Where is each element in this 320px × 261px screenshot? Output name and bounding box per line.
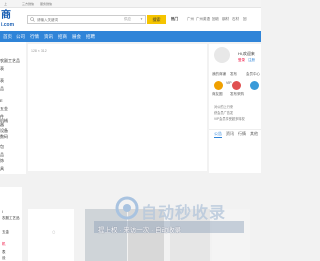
- bottom-category-item[interactable]: 设: [2, 256, 6, 261]
- watermark-logo-icon: [115, 196, 139, 220]
- category-item[interactable]: 数码: [0, 134, 8, 140]
- search-type-select[interactable]: 供应: [124, 17, 131, 22]
- category-item[interactable]: 表: [0, 78, 4, 84]
- bottom-category-item[interactable]: 表: [2, 250, 6, 255]
- active-tab-indicator: [214, 137, 222, 138]
- hot-link[interactable]: 石材: [232, 17, 239, 22]
- banner-size-label: 128 × 312: [31, 49, 47, 53]
- nav-item-news[interactable]: 资讯: [44, 34, 53, 40]
- hot-link[interactable]: 回: [243, 17, 247, 22]
- page: 上 三方微信 服务微信 商 i.com 供应 ▼ 搜索 热门 广州 广州英语 回…: [0, 0, 261, 261]
- nav-item-investment[interactable]: 招商: [58, 34, 67, 40]
- nav-item-company[interactable]: 公司: [16, 34, 25, 40]
- fn-vip[interactable]: VIP: [226, 81, 232, 85]
- vip-icon[interactable]: [214, 81, 223, 90]
- info-line: 对公的上行来: [214, 105, 234, 109]
- nav-item-jobs[interactable]: 招聘: [86, 34, 95, 40]
- hot-label: 热门: [171, 17, 178, 21]
- topbar-link[interactable]: 服务微信: [40, 2, 52, 6]
- hot-link[interactable]: 钢材: [222, 17, 229, 22]
- bottom-category-item[interactable]: 五金: [2, 230, 9, 235]
- search-button[interactable]: 搜索: [147, 15, 166, 24]
- register-link[interactable]: 注册: [248, 58, 255, 63]
- welcome-text: Hi,欢迎来: [238, 51, 255, 56]
- fn-friends[interactable]: 商友圈: [212, 92, 223, 97]
- fn-post-purchase[interactable]: 发布采购: [230, 92, 244, 97]
- watermark-title: 自动秒收录: [141, 205, 227, 222]
- category-item[interactable]: 表: [0, 66, 4, 72]
- category-item[interactable]: 农副工艺品: [0, 58, 20, 64]
- category-item[interactable]: 品: [0, 86, 4, 92]
- search-input[interactable]: [37, 16, 117, 23]
- watermark-slogan: 提上权 · 来访一次 · 自动收录: [98, 227, 182, 234]
- product-card[interactable]: [28, 209, 74, 261]
- hot-link[interactable]: 广州英语: [196, 17, 210, 22]
- search-icon: [30, 17, 35, 22]
- info-line: 获会员广告发: [214, 111, 234, 115]
- header: 商 i.com 供应 ▼ 搜索 热门 广州 广州英语 回收 钢材 石材 回: [0, 8, 261, 31]
- category-sidebar: 农副工艺品 表 表 品 E 五金 件 机械 器 设备 数码 包 品 饰 具: [0, 42, 26, 174]
- topbar-link[interactable]: 上: [4, 2, 7, 6]
- bottom-category-list: I 农副工艺品 五金 机 表 设: [0, 187, 22, 261]
- tab-news[interactable]: 资讯: [226, 131, 234, 137]
- friends-icon[interactable]: [232, 81, 241, 90]
- purchase-icon[interactable]: [250, 81, 259, 90]
- banner-slot[interactable]: 128 × 312: [28, 44, 207, 171]
- category-item[interactable]: 包: [0, 144, 4, 150]
- login-link[interactable]: 登录: [238, 58, 245, 63]
- fn-my-shop[interactable]: 我的商铺: [212, 72, 226, 77]
- nav-item-exhibition[interactable]: 展会: [72, 34, 81, 40]
- bottom-category-item[interactable]: 农副工艺品: [2, 216, 20, 221]
- tab-market[interactable]: 行情: [238, 131, 246, 137]
- top-bar: 上 三方微信 服务微信: [0, 0, 261, 8]
- category-item[interactable]: 具: [0, 166, 4, 172]
- site-logo[interactable]: 商: [1, 11, 11, 21]
- loading-spinner-icon: ◌: [52, 230, 56, 236]
- divider: [209, 129, 261, 130]
- user-panel: Hi,欢迎来 登录 注册 我的商铺 发布 会员中心 VIP 商友圈 发布采购 对…: [209, 44, 261, 173]
- fn-publish[interactable]: 发布: [230, 72, 237, 77]
- avatar: [214, 47, 230, 63]
- site-logo-url: i.com: [1, 22, 15, 28]
- nav-item-home[interactable]: 首页: [3, 34, 12, 40]
- bottom-category-item[interactable]: I: [2, 210, 3, 214]
- main-nav: 首页 公司 行情 资讯 招商 展会 招聘: [0, 31, 261, 42]
- hot-link[interactable]: 回收: [212, 17, 219, 22]
- info-line: VIP会员享受超多特权: [214, 117, 245, 121]
- category-item[interactable]: 五金: [0, 106, 8, 112]
- topbar-link[interactable]: 三方微信: [22, 2, 34, 6]
- category-item[interactable]: 饰: [0, 158, 4, 164]
- tab-other[interactable]: 其他: [250, 131, 258, 137]
- fn-member-center[interactable]: 会员中心: [246, 72, 260, 77]
- bottom-category-item[interactable]: 机: [2, 242, 6, 247]
- search-box: 供应 ▼: [27, 15, 146, 24]
- nav-item-market[interactable]: 行情: [30, 34, 39, 40]
- category-item[interactable]: E: [0, 98, 3, 103]
- hot-link[interactable]: 广州: [187, 17, 194, 22]
- chevron-down-icon[interactable]: ▼: [140, 17, 143, 21]
